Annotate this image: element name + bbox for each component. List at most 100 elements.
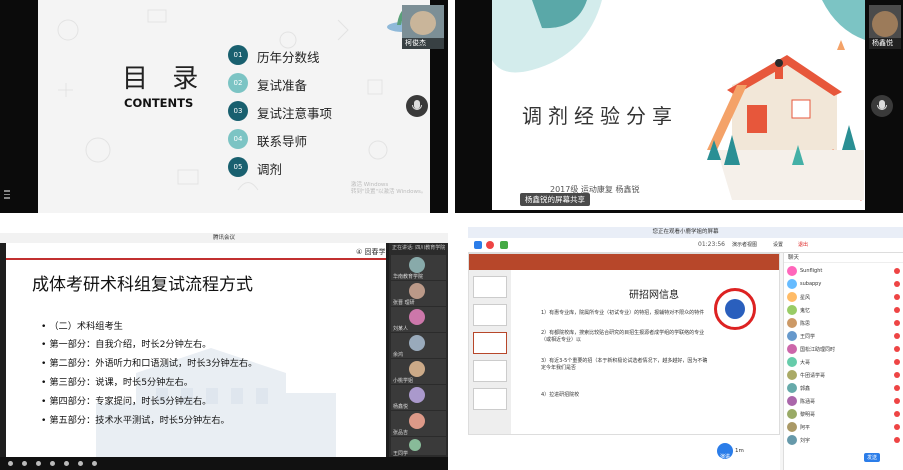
- toc-item: 05 调剂: [228, 157, 428, 179]
- mic-icon[interactable]: [406, 95, 428, 117]
- participant-name: 华南教育学院: [393, 274, 424, 280]
- toolbar-button[interactable]: [8, 461, 13, 466]
- toolbar-button[interactable]: [64, 461, 69, 466]
- avatar: [787, 370, 797, 380]
- slide-thumbnail[interactable]: [473, 388, 507, 410]
- toc-label: 历年分数线: [257, 50, 320, 65]
- chat-item[interactable]: 星风: [787, 291, 903, 304]
- chat-name: 阿平: [800, 425, 811, 431]
- avatar: [787, 396, 797, 406]
- chat-item[interactable]: 鬼忆: [787, 304, 903, 317]
- status-icon: [894, 333, 900, 339]
- avatar: [787, 279, 797, 289]
- record-icon[interactable]: [486, 241, 494, 249]
- window-title: 腾讯会议: [0, 233, 448, 243]
- status-icon: [894, 307, 900, 313]
- chat-name: 星风: [800, 295, 811, 301]
- toolbar-button[interactable]: [78, 461, 83, 466]
- participant-tile[interactable]: 张品吉: [391, 411, 446, 436]
- screen-icon[interactable]: [500, 241, 508, 249]
- avatar: [409, 439, 421, 451]
- participant-video[interactable]: 柯俊杰: [402, 5, 444, 49]
- slide-thumbnail[interactable]: [473, 304, 507, 326]
- speaking-indicator: 正在讲话: 四川教育学院: [392, 245, 446, 251]
- toc-number: 05: [228, 157, 248, 177]
- chat-panel: 聊天 Sunflight subappy 星风 鬼忆 陈思 王同学 国松江助理同…: [783, 253, 903, 470]
- toc-item: 03 复试注意事项: [228, 101, 428, 123]
- university-seal-icon: [714, 288, 756, 330]
- toc-item: 01 历年分数线: [228, 45, 428, 67]
- participant-tile[interactable]: 刘某人: [391, 307, 446, 332]
- participant-name: 杨鑫悦: [869, 38, 901, 49]
- participant-sidebar: 正在讲话: 四川教育学院 华南教育学院 张晋 理研 刘某人 余鸿 小桃学姐 杨鑫…: [389, 243, 448, 457]
- speaker-strip: 演讲 1m: [468, 435, 780, 470]
- participant-video[interactable]: 杨鑫悦: [869, 5, 901, 49]
- participant-name: 刘某人: [393, 326, 409, 332]
- chat-item[interactable]: 刘宇: [787, 434, 903, 447]
- slide-title: 调剂经验分享: [522, 104, 678, 128]
- participant-tile[interactable]: 小桃学姐: [391, 359, 446, 384]
- list-item: • 第一部分：自我介绍，时长2分钟左右。: [41, 339, 212, 350]
- send-button[interactable]: 发送: [864, 453, 881, 462]
- chat-item[interactable]: 陈涵哥: [787, 395, 903, 408]
- chat-item[interactable]: 国松江助理同时: [787, 343, 903, 356]
- slide-thumbnail[interactable]: [473, 332, 507, 354]
- list-item: • （二）术科组考生: [41, 321, 123, 332]
- avatar: [409, 257, 425, 273]
- doc-title: 研招网信息: [629, 290, 679, 301]
- chat-item[interactable]: 陈思: [787, 317, 903, 330]
- meeting-window-process-slide: 腾讯会议 ④ 固春学姐 成体考研术科组复试流程方式 • （二）术科组考生 • 第…: [0, 233, 448, 470]
- toolbar-button[interactable]: [22, 461, 27, 466]
- windows-watermark: 激活 Windows 转到"设置"以激活 Windows。: [351, 182, 426, 196]
- participant-tile[interactable]: 张晋 理研: [391, 281, 446, 306]
- status-icon: [894, 359, 900, 365]
- chat-item[interactable]: 大哥: [787, 356, 903, 369]
- chat-item[interactable]: 郭鑫: [787, 382, 903, 395]
- menu-icon[interactable]: [4, 190, 10, 199]
- chat-item[interactable]: 阿平: [787, 421, 903, 434]
- toc-number: 03: [228, 101, 248, 121]
- toc-label: 复试准备: [257, 78, 308, 93]
- toolbar-button[interactable]: [50, 461, 55, 466]
- presenter-view-button[interactable]: 演示者视图: [732, 240, 757, 250]
- toolbar-button[interactable]: [36, 461, 41, 466]
- participant-tile[interactable]: 华南教育学院: [391, 255, 446, 280]
- status-icon: [894, 281, 900, 287]
- avatar: [787, 318, 797, 328]
- chat-name: 大哥: [800, 360, 811, 366]
- avatar: [787, 266, 797, 276]
- participant-tile[interactable]: 余鸿: [391, 333, 446, 358]
- settings-button[interactable]: 设置: [773, 240, 783, 250]
- meeting-timer: 01:23:56: [698, 241, 725, 248]
- status-icon: [894, 385, 900, 391]
- chat-name: subappy: [800, 281, 822, 287]
- participant-tile[interactable]: 王同学: [391, 437, 446, 457]
- screen-share-window: 您正在观看小鹿学姐的屏幕 01:23:56 演示者视图 设置 退出 研招网信息 …: [468, 227, 903, 470]
- app-toolbar: 01:23:56 演示者视图 设置 退出: [468, 238, 903, 253]
- screen-share-badge: 杨鑫锐的屏幕共享: [520, 193, 590, 206]
- participant-tile[interactable]: 杨鑫悦: [391, 385, 446, 410]
- avatar: [409, 413, 425, 429]
- participant-name: 柯俊杰: [402, 38, 444, 49]
- participant-name: 杨鑫悦: [393, 404, 409, 410]
- toc-slide: 目 录 CONTENTS 01 历年分数线 02 复试准备 03 复试注意事项 …: [38, 0, 430, 213]
- chat-item[interactable]: subappy: [787, 278, 903, 291]
- title-divider: [6, 258, 386, 260]
- mic-icon[interactable]: [871, 95, 893, 117]
- slide-thumbnail[interactable]: [473, 360, 507, 382]
- ppt-ribbon: [469, 254, 779, 270]
- share-banner: 您正在观看小鹿学姐的屏幕: [468, 227, 903, 238]
- chat-name: Sunflight: [800, 268, 823, 274]
- toolbar-button[interactable]: [92, 461, 97, 466]
- slide-thumbnail[interactable]: [473, 276, 507, 298]
- chat-item[interactable]: 王同学: [787, 330, 903, 343]
- video-tile-toc-slide: 目 录 CONTENTS 01 历年分数线 02 复试准备 03 复试注意事项 …: [0, 0, 448, 213]
- adjustment-slide: 调剂经验分享 2017级 运动康复 杨鑫锐 杨鑫锐的屏幕共享: [492, 0, 865, 210]
- chat-item[interactable]: 黎明哥: [787, 408, 903, 421]
- exit-button[interactable]: 退出: [798, 240, 808, 250]
- slide-thumbnails: [469, 270, 511, 434]
- chat-item[interactable]: Sunflight: [787, 265, 903, 278]
- avatar: [787, 422, 797, 432]
- toc-number: 01: [228, 45, 248, 65]
- chat-item[interactable]: 牛团请学哥: [787, 369, 903, 382]
